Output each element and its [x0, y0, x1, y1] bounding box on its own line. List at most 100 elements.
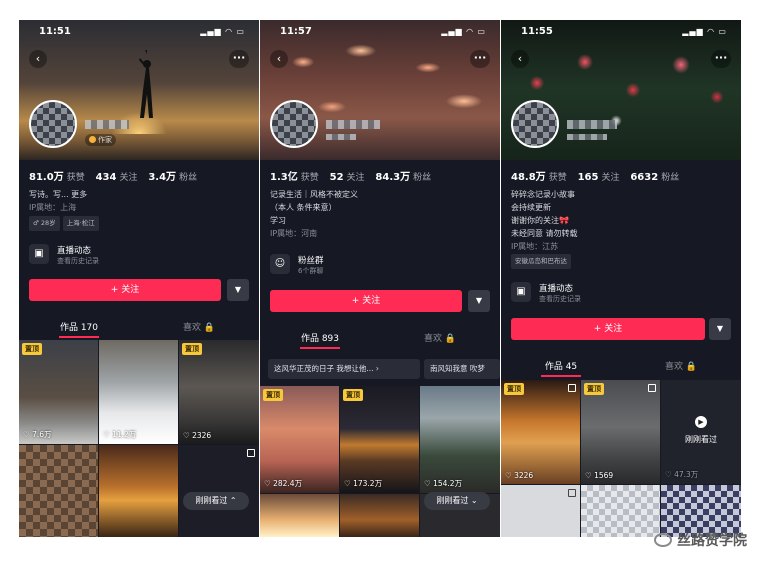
followers-label[interactable]: 粉丝	[413, 173, 431, 183]
just-watched-button[interactable]: 刚刚看过 ⌄	[424, 492, 490, 510]
active-tab-indicator	[300, 347, 340, 349]
bio-line[interactable]: 写诗。写... 更多	[29, 188, 102, 201]
just-watched-label: 刚刚看过	[685, 435, 717, 444]
tab-works[interactable]: 作品 170	[19, 320, 139, 333]
followers-label[interactable]: 粉丝	[179, 173, 197, 183]
bio-line: 未经同意 请勿转载	[511, 229, 578, 238]
feature-title: 直播动态	[57, 246, 92, 256]
profile-screen-2: 11:57 ▂▄▆ ◠ ▭ ‹ ··· 1.3亿 获赞 52 关注 84.3万 粉丝 …	[260, 20, 500, 537]
bio-line: 会持续更新	[511, 203, 551, 212]
video-thumbnail[interactable]	[260, 494, 339, 537]
video-thumbnail[interactable]: 置顶 ♡ 3226	[501, 380, 580, 484]
follow-button[interactable]: + 关注	[511, 318, 705, 340]
followers-count[interactable]: 3.4万	[148, 172, 176, 183]
status-bar: 11:55 ▂▄▆ ◠ ▭	[501, 26, 741, 40]
back-button[interactable]: ‹	[29, 50, 47, 68]
video-likes: ♡ 1569	[585, 471, 614, 480]
bio-line: 记录生活｜风格不被定义	[270, 190, 358, 199]
blurred-username	[567, 120, 617, 129]
status-time: 11:51	[39, 26, 71, 37]
video-thumbnail[interactable]: 置顶 ♡ 2326	[179, 340, 259, 444]
feature-title: 直播动态	[539, 284, 574, 294]
blurred-username	[326, 120, 380, 129]
following-count[interactable]: 165	[578, 172, 599, 183]
likes-count: 81.0万	[29, 172, 64, 183]
profile-stats: 1.3亿 获赞 52 关注 84.3万 粉丝	[270, 168, 439, 183]
video-thumbnail[interactable]	[19, 445, 98, 537]
following-count[interactable]: 52	[330, 172, 344, 183]
video-thumbnail[interactable]: 置顶 ♡ 282.4万	[260, 386, 339, 493]
play-icon: ▶	[695, 416, 707, 428]
feature-subtitle: 查看历史记录	[539, 295, 581, 303]
chevron-down-icon[interactable]: ▼	[709, 318, 731, 340]
video-thumbnail[interactable]	[581, 485, 660, 537]
blurred-username	[85, 120, 129, 129]
video-thumbnail[interactable]: ♡ 11.2万	[99, 340, 178, 444]
bio: 碎碎念记录小故事 会持续更新 谢谢你的关注🎀 未经同意 请勿转载 IP属地：江苏…	[511, 188, 578, 269]
more-options-button[interactable]: ···	[711, 50, 731, 68]
pinned-badge: 置顶	[504, 383, 524, 395]
more-options-button[interactable]: ···	[470, 50, 490, 68]
video-thumbnail[interactable]	[501, 485, 580, 537]
collection-chip[interactable]: 这风华正茂的日子 我想让他... ›	[268, 359, 420, 379]
pinned-badge: 置顶	[182, 343, 202, 355]
video-thumbnail[interactable]: 置顶 ♡ 173.2万	[340, 386, 419, 493]
profile-stats: 48.8万 获赞 165 关注 6632 粉丝	[511, 168, 687, 183]
following-label[interactable]: 关注	[601, 173, 619, 183]
more-options-button[interactable]: ···	[229, 50, 249, 68]
followers-count[interactable]: 6632	[630, 172, 658, 183]
video-thumbnail[interactable]: 置顶 ♡ 1569	[581, 380, 660, 484]
following-count[interactable]: 434	[96, 172, 117, 183]
tab-likes[interactable]: 喜欢 🔒	[380, 331, 500, 344]
following-label[interactable]: 关注	[119, 173, 137, 183]
avatar[interactable]	[270, 100, 318, 148]
live-history-entry[interactable]: ▣ 直播动态 查看历史记录	[511, 280, 691, 306]
active-tab-indicator	[59, 336, 99, 338]
video-thumbnail[interactable]: ▶ 刚刚看过 ♡ 47.3万	[661, 380, 741, 484]
just-watched-button[interactable]: 刚刚看过 ⌃	[183, 492, 249, 510]
role-badge-label: 作家	[98, 136, 112, 144]
video-thumbnail[interactable]	[179, 445, 259, 537]
video-likes: ♡ 11.2万	[103, 430, 137, 439]
fan-group-entry[interactable]: ☺ 粉丝群 6个群聊	[270, 252, 450, 278]
chevron-down-icon[interactable]: ▼	[227, 279, 249, 301]
following-label[interactable]: 关注	[347, 173, 365, 183]
video-thumbnail[interactable]	[340, 494, 419, 537]
bio-line: 谢谢你的关注🎀	[511, 216, 569, 225]
ip-location: IP属地：河南	[270, 229, 318, 238]
collection-chip[interactable]: 南风知我意 吹梦	[424, 359, 500, 379]
bio-line: 学习	[270, 216, 286, 225]
multi-image-icon	[568, 384, 576, 392]
feature-title: 粉丝群	[298, 256, 324, 266]
video-thumbnail[interactable]: ♡ 154.2万	[420, 386, 500, 493]
pinned-badge: 置顶	[263, 389, 283, 401]
active-tab-indicator	[541, 375, 581, 377]
tab-likes[interactable]: 喜欢 🔒	[139, 320, 259, 333]
live-history-entry[interactable]: ▣ 直播动态 查看历史记录	[29, 242, 209, 268]
chevron-down-icon[interactable]: ▼	[468, 290, 490, 312]
blurred-account-id	[326, 134, 356, 140]
video-thumbnail[interactable]	[99, 445, 178, 537]
tab-works[interactable]: 作品 893	[260, 331, 380, 344]
followers-label[interactable]: 粉丝	[661, 173, 679, 183]
back-button[interactable]: ‹	[511, 50, 529, 68]
ip-location: IP属地：上海	[29, 203, 77, 212]
back-button[interactable]: ‹	[270, 50, 288, 68]
avatar[interactable]	[511, 100, 559, 148]
follow-button[interactable]: + 关注	[270, 290, 462, 312]
avatar[interactable]	[29, 100, 77, 148]
tab-likes[interactable]: 喜欢 🔒	[621, 359, 741, 372]
profile-tabs: 作品 893 喜欢 🔒	[260, 328, 500, 350]
person-silhouette	[139, 50, 153, 118]
bio-line: （本人 条件来意）	[270, 203, 337, 212]
profile-stats: 81.0万 获赞 434 关注 3.4万 粉丝	[29, 168, 205, 183]
bio: 写诗。写... 更多 IP属地：上海 ♂ 28岁 上海·松江	[29, 188, 102, 231]
follow-button[interactable]: + 关注	[29, 279, 221, 301]
location-tag: 安徽瓜岛和巴布达	[511, 254, 571, 269]
followers-count[interactable]: 84.3万	[375, 172, 410, 183]
tab-works[interactable]: 作品 45	[501, 359, 621, 372]
multi-image-icon	[648, 384, 656, 392]
gender-age-tag: ♂ 28岁	[29, 216, 60, 231]
video-thumbnail[interactable]: 置顶 ♡ 7.6万	[19, 340, 98, 444]
video-likes: ♡ 7.6万	[23, 430, 52, 439]
